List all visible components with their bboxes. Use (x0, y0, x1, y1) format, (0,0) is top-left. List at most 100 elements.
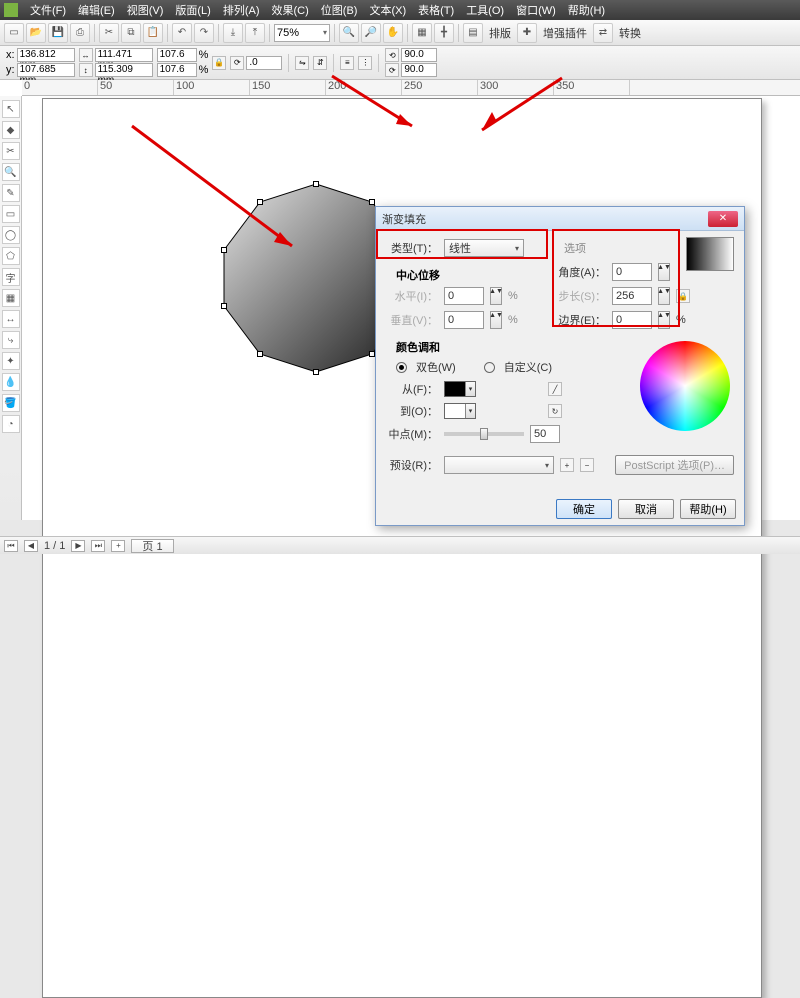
rectangle-tool-icon[interactable]: ▭ (2, 205, 20, 223)
page-tab[interactable]: 页 1 (131, 539, 173, 553)
step-input[interactable]: 256 (612, 287, 652, 305)
path-straight-icon[interactable]: ╱ (548, 382, 562, 396)
paste-icon[interactable]: 📋 (143, 23, 163, 43)
vert-spin[interactable]: ▲▼ (490, 311, 502, 329)
angle1-input[interactable]: 90.0 (401, 48, 437, 62)
preset-label: 预设(R)： (386, 457, 438, 473)
preset-remove-icon[interactable]: − (580, 458, 594, 472)
ellipse-tool-icon[interactable]: ◯ (2, 226, 20, 244)
polygon-tool-icon[interactable]: ⬠ (2, 247, 20, 265)
x-input[interactable]: 136.812 mm (17, 48, 75, 62)
menu-file[interactable]: 文件(F) (24, 2, 72, 18)
mid-input[interactable]: 50 (530, 425, 560, 443)
menu-layout[interactable]: 版面(L) (169, 2, 216, 18)
horiz-spin[interactable]: ▲▼ (490, 287, 502, 305)
dialog-titlebar[interactable]: 渐变填充 ✕ (376, 207, 744, 231)
zoom-tool-icon[interactable]: 🔍 (2, 163, 20, 181)
help-button[interactable]: 帮助(H) (680, 499, 736, 519)
menu-text[interactable]: 文本(X) (363, 2, 412, 18)
zoom-out-icon[interactable]: 🔎 (361, 23, 381, 43)
midpoint-slider[interactable] (444, 432, 524, 436)
freehand-tool-icon[interactable]: ✎ (2, 184, 20, 202)
print-icon[interactable]: ⎙ (70, 23, 90, 43)
y-input[interactable]: 107.685 mm (17, 63, 75, 77)
export-icon[interactable]: ⤒ (245, 23, 265, 43)
copy-icon[interactable]: ⧉ (121, 23, 141, 43)
step-spin[interactable]: ▲▼ (658, 287, 670, 305)
zoom-select[interactable]: 75% (274, 24, 330, 42)
custom-radio[interactable] (484, 362, 495, 373)
edge-input[interactable]: 0 (612, 311, 652, 329)
zoom-in-icon[interactable]: 🔍 (339, 23, 359, 43)
enhance-icon[interactable]: ✚ (517, 23, 537, 43)
import-icon[interactable]: ⤓ (223, 23, 243, 43)
w-input[interactable]: 111.471 mm (95, 48, 153, 62)
color-wheel[interactable] (640, 341, 730, 431)
path-cw-icon[interactable]: ↻ (548, 404, 562, 418)
menu-view[interactable]: 视图(V) (121, 2, 170, 18)
new-icon[interactable]: ▭ (4, 23, 24, 43)
fill-tool-icon[interactable]: 🪣 (2, 394, 20, 412)
hand-icon[interactable]: ✋ (383, 23, 403, 43)
width-icon: ↔ (79, 48, 93, 62)
next-page-icon[interactable]: ▶ (71, 540, 85, 552)
angle-spin[interactable]: ▲▼ (658, 263, 670, 281)
sy-input[interactable]: 107.6 (157, 63, 197, 77)
convert-icon[interactable]: ⇄ (593, 23, 613, 43)
step-lock-icon[interactable]: 🔒 (676, 289, 690, 303)
type-select[interactable]: 线性 (444, 239, 524, 257)
dimension-tool-icon[interactable]: ↔ (2, 310, 20, 328)
eyedropper-tool-icon[interactable]: 💧 (2, 373, 20, 391)
rot-input[interactable]: .0 (246, 56, 282, 70)
crop-tool-icon[interactable]: ✂ (2, 142, 20, 160)
cancel-button[interactable]: 取消 (618, 499, 674, 519)
last-page-icon[interactable]: ⏭ (91, 540, 105, 552)
open-icon[interactable]: 📂 (26, 23, 46, 43)
effects-tool-icon[interactable]: ✦ (2, 352, 20, 370)
add-page-icon[interactable]: + (111, 540, 125, 552)
redo-icon[interactable]: ↷ (194, 23, 214, 43)
menu-bar: 文件(F) 编辑(E) 视图(V) 版面(L) 排列(A) 效果(C) 位图(B… (0, 0, 800, 20)
ok-button[interactable]: 确定 (556, 499, 612, 519)
undo-icon[interactable]: ↶ (172, 23, 192, 43)
preset-add-icon[interactable]: + (560, 458, 574, 472)
to-color[interactable]: ▾ (444, 403, 476, 419)
postscript-button[interactable]: PostScript 选项(P)… (615, 455, 734, 475)
lock-ratio-icon[interactable]: 🔒 (212, 56, 226, 70)
angle-input[interactable]: 0 (612, 263, 652, 281)
menu-table[interactable]: 表格(T) (412, 2, 460, 18)
angle-label: 角度(A)： (554, 264, 606, 280)
save-icon[interactable]: 💾 (48, 23, 68, 43)
menu-help[interactable]: 帮助(H) (562, 2, 611, 18)
table-tool-icon[interactable]: ▦ (2, 289, 20, 307)
horiz-input[interactable]: 0 (444, 287, 484, 305)
status-bar: ⏮ ◀ 1 / 1 ▶ ⏭ + 页 1 (0, 536, 800, 554)
two-color-radio[interactable] (396, 362, 407, 373)
preset-select[interactable] (444, 456, 554, 474)
menu-edit[interactable]: 编辑(E) (72, 2, 121, 18)
mirror-h-icon[interactable]: ⇋ (295, 56, 309, 70)
menu-effects[interactable]: 效果(C) (266, 2, 315, 18)
cut-icon[interactable]: ✂ (99, 23, 119, 43)
sx-input[interactable]: 107.6 (157, 48, 197, 62)
label-convert: 转换 (615, 25, 645, 41)
layout-icon[interactable]: ▤ (463, 23, 483, 43)
menu-tools[interactable]: 工具(O) (460, 2, 510, 18)
from-color[interactable]: ▾ (444, 381, 476, 397)
guides-icon[interactable]: ╋ (434, 23, 454, 43)
edge-spin[interactable]: ▲▼ (658, 311, 670, 329)
prev-page-icon[interactable]: ◀ (24, 540, 38, 552)
pick-tool-icon[interactable]: ↖ (2, 100, 20, 118)
outline-tool-icon[interactable]: ◔ (2, 415, 20, 433)
h-input[interactable]: 115.309 mm (95, 63, 153, 77)
text-tool-icon[interactable]: 字 (2, 268, 20, 286)
menu-arrange[interactable]: 排列(A) (217, 2, 266, 18)
menu-bitmap[interactable]: 位图(B) (315, 2, 364, 18)
menu-window[interactable]: 窗口(W) (510, 2, 562, 18)
vert-input[interactable]: 0 (444, 311, 484, 329)
connector-tool-icon[interactable]: ⤷ (2, 331, 20, 349)
first-page-icon[interactable]: ⏮ (4, 540, 18, 552)
grid-icon[interactable]: ▦ (412, 23, 432, 43)
shape-tool-icon[interactable]: ◆ (2, 121, 20, 139)
close-icon[interactable]: ✕ (708, 211, 738, 227)
